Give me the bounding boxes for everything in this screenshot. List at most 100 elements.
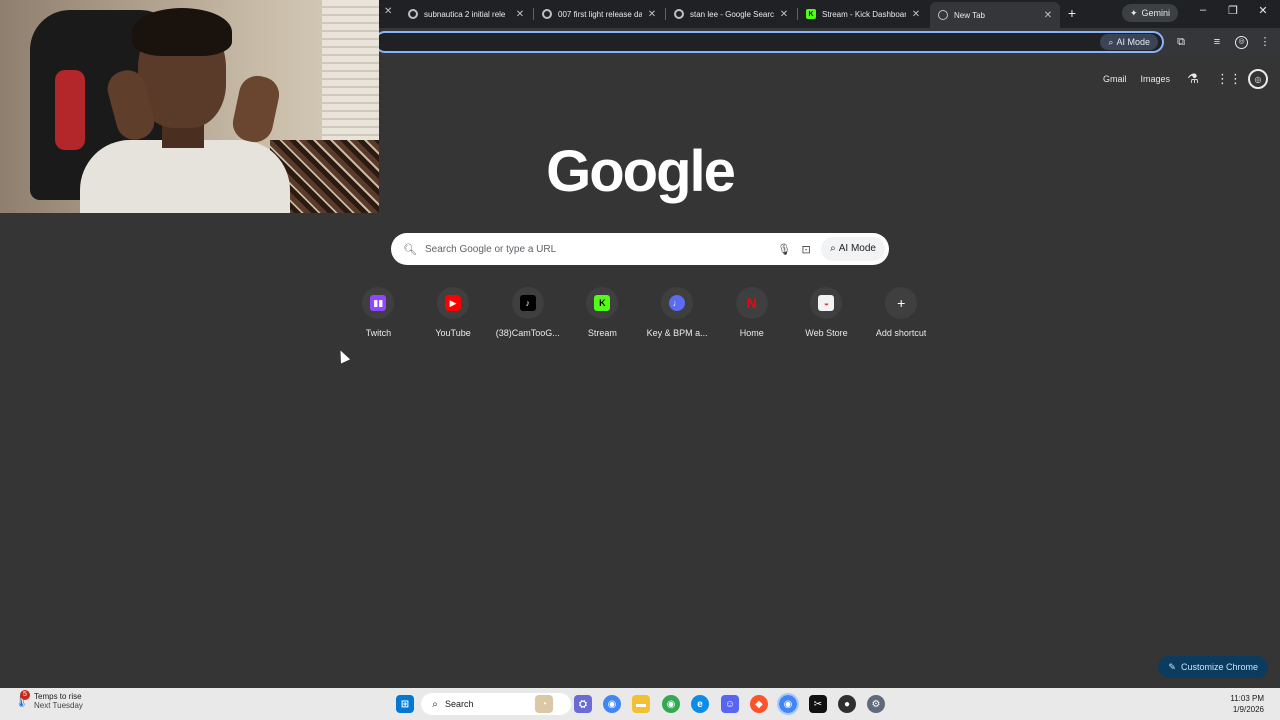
weather-widget[interactable]: 🌡︎ 5 Temps to rise Next Tuesday bbox=[14, 690, 83, 710]
twitch-icon: ▮▮ bbox=[370, 295, 387, 311]
plus-icon: + bbox=[897, 295, 906, 311]
restore-button[interactable]: ❐ bbox=[1223, 4, 1243, 17]
chrome-alt-icon[interactable]: ◉ bbox=[662, 695, 680, 713]
pencil-icon: ✎ bbox=[1168, 661, 1176, 672]
new-tab-button[interactable]: + bbox=[1064, 5, 1080, 21]
shortcut-label: Web Store bbox=[805, 328, 848, 338]
discord-icon[interactable]: ☺ bbox=[721, 695, 739, 713]
microphone-icon[interactable]: 🎙︎ bbox=[773, 243, 795, 256]
shortcut-tile: ▮▮ bbox=[362, 287, 395, 319]
shortcut-stream[interactable]: K Stream bbox=[565, 287, 640, 338]
close-icon[interactable]: ✕ bbox=[384, 6, 392, 17]
shortcut-key-bpm[interactable]: ♩ Key & BPM a... bbox=[640, 287, 715, 338]
menu-kebab-icon[interactable]: ⋮ bbox=[1257, 34, 1273, 50]
gemini-button[interactable]: ✦ Gemini bbox=[1122, 4, 1179, 22]
tab-title: 007 first light release da bbox=[558, 9, 642, 19]
minimize-button[interactable]: – bbox=[1193, 4, 1213, 16]
capcut-icon[interactable]: ✂ bbox=[809, 695, 827, 713]
windows-start-icon[interactable]: ⊞ bbox=[396, 695, 414, 713]
shortcut-tile: ◒ bbox=[810, 287, 843, 319]
tab-subnautica[interactable]: subnautica 2 initial rele ✕ bbox=[400, 3, 532, 25]
edge-icon[interactable]: e bbox=[691, 695, 709, 713]
system-clock[interactable]: 11:03 PM 1/9/2026 bbox=[1230, 693, 1264, 715]
customize-label: Customize Chrome bbox=[1180, 662, 1258, 672]
shortcut-tiktok[interactable]: ♪ (38)CamTooG... bbox=[490, 287, 565, 338]
shortcut-twitch[interactable]: ▮▮ Twitch bbox=[341, 287, 416, 338]
window-close-button[interactable]: ✕ bbox=[1253, 4, 1273, 17]
labs-flask-icon[interactable]: ⚗ bbox=[1184, 70, 1202, 88]
netflix-icon: N bbox=[746, 295, 757, 311]
search-input[interactable] bbox=[425, 243, 774, 255]
webcam-person-shirt bbox=[80, 140, 290, 213]
webcam-chair-accent bbox=[55, 70, 85, 150]
shortcut-tile: ▶ bbox=[437, 287, 470, 319]
tab-new-tab[interactable]: New Tab ✕ bbox=[930, 2, 1060, 28]
images-link[interactable]: Images bbox=[1140, 74, 1170, 84]
web-store-icon: ◒ bbox=[818, 295, 835, 311]
ai-search-icon: ⌕ bbox=[830, 243, 836, 254]
taskbar: 🌡︎ 5 Temps to rise Next Tuesday ⊞ ⌕ Sear… bbox=[0, 688, 1280, 720]
shortcut-label: (38)CamTooG... bbox=[495, 328, 560, 338]
tab-close-icon[interactable]: ✕ bbox=[778, 9, 790, 20]
google-g-icon bbox=[674, 9, 684, 19]
shortcut-web-store[interactable]: ◒ Web Store bbox=[789, 287, 864, 338]
tab-kick-dashboard[interactable]: K Stream - Kick Dashboar ✕ bbox=[798, 3, 928, 25]
address-bar[interactable]: ⌕ AI Mode bbox=[374, 31, 1164, 53]
shortcut-tile: K bbox=[586, 287, 619, 319]
omnibox-ai-mode-button[interactable]: ⌕ AI Mode bbox=[1100, 34, 1158, 50]
gemini-label: Gemini bbox=[1141, 8, 1171, 18]
screen: ✕ subnautica 2 initial rele ✕ 007 first … bbox=[0, 0, 1280, 720]
address-input[interactable] bbox=[376, 34, 1076, 53]
obs-icon[interactable]: ● bbox=[838, 695, 856, 713]
tab-search-icon[interactable]: ⧉ bbox=[1173, 34, 1189, 50]
tab-close-icon[interactable]: ✕ bbox=[910, 9, 922, 20]
google-g-icon bbox=[408, 9, 418, 19]
shortcut-add[interactable]: + Add shortcut bbox=[864, 287, 939, 338]
shortcut-label: Add shortcut bbox=[875, 328, 927, 338]
settings-gear-icon[interactable]: ⚙ bbox=[867, 695, 885, 713]
tab-close-icon[interactable]: ✕ bbox=[646, 9, 658, 20]
shortcut-label: YouTube bbox=[435, 328, 471, 338]
tab-close-icon[interactable]: ✕ bbox=[1042, 10, 1054, 21]
brave-icon[interactable]: ◆ bbox=[750, 695, 768, 713]
weather-subtitle: Next Tuesday bbox=[34, 701, 83, 710]
ai-mode-button[interactable]: ⌕ AI Mode bbox=[821, 237, 885, 261]
chrome-icon[interactable]: ◉ bbox=[603, 695, 621, 713]
webcam-overlay bbox=[0, 0, 379, 213]
shortcut-youtube[interactable]: ▶ YouTube bbox=[416, 287, 491, 338]
clock-date: 1/9/2026 bbox=[1232, 705, 1264, 714]
chrome-active-icon[interactable]: ◉ bbox=[777, 693, 799, 715]
search-highlight-icon: ◔ bbox=[535, 695, 553, 713]
game-controller-icon[interactable]: ⛭ bbox=[574, 695, 592, 713]
shortcut-home[interactable]: N Home bbox=[714, 287, 789, 338]
kick-icon: K bbox=[806, 9, 816, 19]
shortcuts-grid: ▮▮ Twitch ▶ YouTube ♪ (38)CamTooG... K S… bbox=[341, 287, 939, 338]
media-controls-icon[interactable]: ≡ bbox=[1209, 34, 1225, 50]
top-links: Gmail Images ⚗ ⋮⋮ ◎ bbox=[1103, 69, 1268, 89]
apps-grid-icon[interactable]: ⋮⋮ bbox=[1216, 70, 1242, 88]
tab-close-icon[interactable]: ✕ bbox=[514, 9, 526, 20]
tab-stan-lee[interactable]: stan lee - Google Search ✕ bbox=[666, 3, 796, 25]
shortcut-label: Twitch bbox=[365, 328, 392, 338]
shortcut-tile: + bbox=[885, 287, 918, 319]
shortcut-label: Stream bbox=[587, 328, 617, 338]
account-avatar[interactable]: ◎ bbox=[1248, 69, 1268, 89]
shortcut-tile: N bbox=[735, 287, 768, 319]
file-explorer-icon[interactable]: ▬ bbox=[632, 695, 650, 713]
google-lens-icon[interactable]: ⊡ bbox=[795, 243, 817, 256]
gmail-link[interactable]: Gmail bbox=[1103, 74, 1127, 84]
search-box[interactable]: 🔍︎ 🎙︎ ⊡ ⌕ AI Mode bbox=[391, 233, 889, 265]
shortcut-label: Home bbox=[739, 328, 764, 338]
tab-title: stan lee - Google Search bbox=[690, 9, 774, 19]
globe-icon bbox=[938, 10, 948, 20]
notification-badge: 5 bbox=[20, 690, 30, 700]
customize-chrome-button[interactable]: ✎ Customize Chrome bbox=[1158, 656, 1268, 678]
tab-007[interactable]: 007 first light release da ✕ bbox=[534, 3, 664, 25]
ai-mode-label: AI Mode bbox=[1116, 37, 1150, 47]
webcam-person-hair bbox=[132, 8, 232, 56]
search-icon: ⌕ bbox=[432, 698, 438, 710]
weather-text: Temps to rise Next Tuesday bbox=[34, 692, 83, 710]
sparkle-icon: ✦ bbox=[1130, 8, 1138, 18]
profile-icon[interactable]: ◎ bbox=[1235, 36, 1248, 49]
weather-title: Temps to rise bbox=[34, 692, 82, 701]
